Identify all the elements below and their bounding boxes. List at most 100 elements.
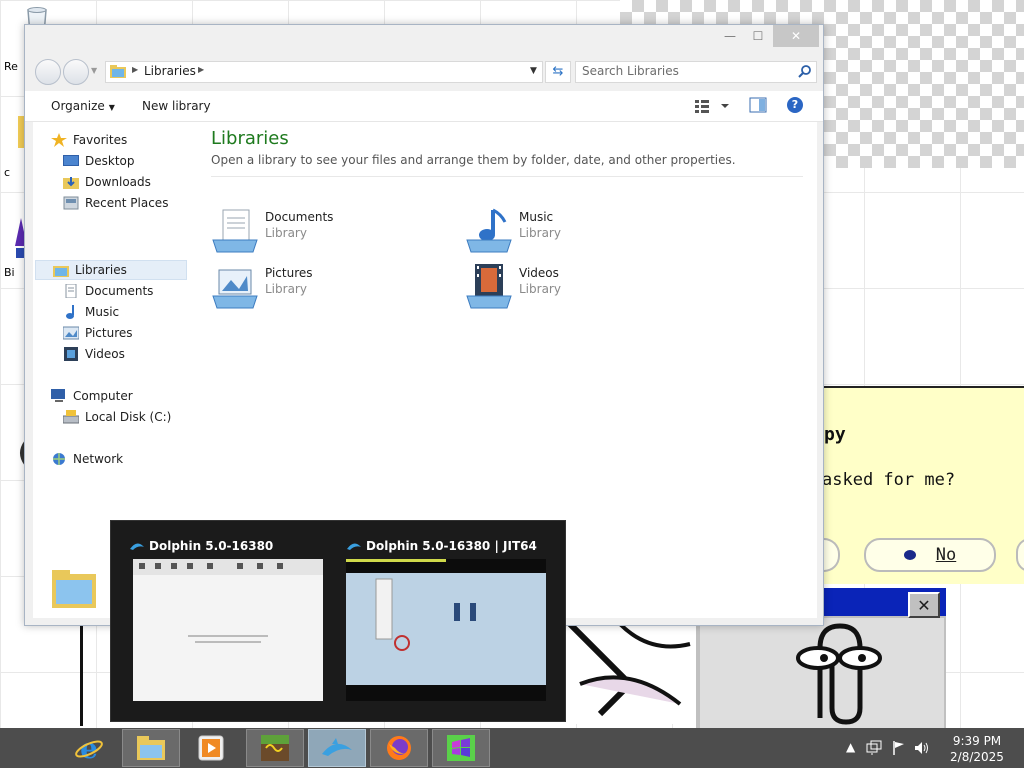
network-icon: [53, 453, 65, 465]
taskbar-internet-explorer[interactable]: e: [60, 729, 118, 767]
no-button-label: No: [935, 545, 957, 565]
clock-date: 2/8/2025: [950, 750, 1004, 764]
libraries-icon: [53, 266, 69, 277]
nav-label: Music: [85, 305, 120, 319]
chevron-down-icon: ▼: [108, 103, 115, 112]
thumbnail-title: Dolphin 5.0-16380: [149, 539, 274, 553]
breadcrumb-libraries[interactable]: Libraries: [144, 64, 196, 78]
search-input[interactable]: [582, 64, 782, 78]
nav-label: Recent Places: [85, 196, 169, 210]
divider: [211, 176, 803, 177]
action-center-flag-icon[interactable]: [892, 740, 906, 756]
thumbnail-title: Dolphin 5.0-16380 | JIT64 DC | O...: [366, 539, 542, 553]
breadcrumb-separator-icon[interactable]: ▶: [198, 65, 204, 74]
nav-label: Favorites: [73, 133, 128, 147]
music-library-icon: [466, 208, 512, 253]
taskbar-windows-app[interactable]: [432, 729, 490, 767]
downloads-icon: [63, 177, 79, 189]
taskbar-minecraft[interactable]: [246, 729, 304, 767]
library-pictures[interactable]: Pictures Library: [211, 262, 451, 312]
nav-label: Local Disk (C:): [85, 410, 172, 424]
libraries-folder-icon: [110, 65, 126, 78]
preview-pane-icon[interactable]: [749, 97, 767, 113]
nav-label: Network: [73, 452, 124, 466]
library-name: Videos: [519, 266, 559, 280]
help-icon[interactable]: ?: [787, 97, 803, 113]
navigation-bar: ▼ ▶ Libraries ▶ ▼ ⇆: [25, 55, 823, 89]
game-window-preview: [346, 559, 546, 701]
organize-menu[interactable]: Organize ▼: [51, 99, 115, 113]
videos-library-icon: [466, 264, 512, 309]
library-videos[interactable]: Videos Library: [465, 262, 705, 312]
thumbnail-dolphin-main[interactable]: Dolphin 5.0-16380: [111, 521, 329, 721]
search-box[interactable]: [575, 61, 817, 83]
computer-icon: [51, 389, 65, 402]
maximize-button[interactable]: ☐: [745, 25, 771, 47]
command-bar: Organize ▼ New library ?: [25, 91, 823, 122]
address-history-chevron-icon[interactable]: ▼: [530, 66, 537, 76]
pictures-library-icon: [212, 269, 258, 309]
nav-favorites[interactable]: Favorites: [51, 130, 127, 150]
nav-downloads[interactable]: Downloads: [63, 172, 151, 192]
refresh-icon[interactable]: ⇆: [545, 61, 571, 83]
firefox-icon: [387, 736, 411, 760]
document-icon: [65, 284, 77, 298]
forward-button[interactable]: [63, 59, 89, 85]
file-explorer-icon: [137, 736, 165, 760]
taskbar-media-player[interactable]: [182, 729, 240, 767]
taskbar-dolphin[interactable]: [308, 729, 366, 767]
nav-local-disk[interactable]: Local Disk (C:): [63, 407, 171, 427]
libraries-large-folder-icon: [52, 570, 96, 608]
window-titlebar[interactable]: — ☐ ✕: [25, 25, 823, 55]
address-bar[interactable]: ▶ Libraries ▶ ▼: [105, 61, 543, 83]
search-icon[interactable]: [798, 64, 812, 78]
taskbar-thumbnail-preview: Dolphin 5.0-16380 Dolphin 5.0-16380 | JI…: [110, 520, 566, 722]
dolphin-icon: [347, 543, 361, 550]
nav-network[interactable]: Network: [51, 449, 123, 469]
organize-label: Organize: [51, 99, 105, 113]
nav-label: Documents: [85, 284, 154, 298]
taskbar-file-explorer[interactable]: [122, 729, 180, 767]
network-tray-icon[interactable]: [866, 740, 882, 756]
nav-desktop[interactable]: Desktop: [63, 151, 135, 171]
nav-documents[interactable]: Documents: [63, 281, 153, 301]
dialog-question-fragment: asked for me?: [822, 470, 956, 490]
library-music[interactable]: Music Library: [465, 206, 705, 256]
library-name: Music: [519, 210, 554, 224]
nav-recent-places[interactable]: Recent Places: [63, 193, 168, 213]
nav-music[interactable]: Music: [63, 302, 119, 322]
star-icon: [51, 133, 67, 147]
paperclip-assistant-icon[interactable]: [700, 618, 944, 728]
dialog-heading-fragment: py: [824, 424, 846, 445]
nav-label: Desktop: [85, 154, 135, 168]
library-documents[interactable]: Documents Library: [211, 206, 451, 256]
nav-libraries[interactable]: Libraries: [35, 260, 187, 280]
clippy-close-button[interactable]: ✕: [908, 592, 940, 618]
page-title: Libraries: [211, 128, 289, 149]
nav-computer[interactable]: Computer: [51, 386, 133, 406]
show-hidden-icons-chevron-icon[interactable]: ▲: [846, 740, 855, 754]
breadcrumb-separator-icon[interactable]: ▶: [132, 65, 138, 74]
nav-pictures[interactable]: Pictures: [63, 323, 133, 343]
nav-label: Downloads: [85, 175, 151, 189]
internet-explorer-icon: e: [75, 733, 103, 763]
taskbar-firefox[interactable]: [370, 729, 428, 767]
back-button[interactable]: [35, 59, 61, 85]
no-button[interactable]: No: [864, 538, 996, 572]
dolphin-window-preview: [133, 559, 323, 701]
thumbnail-dolphin-game[interactable]: Dolphin 5.0-16380 | JIT64 DC | O...: [328, 521, 546, 721]
system-clock[interactable]: 9:39 PM 2/8/2025: [946, 733, 1008, 765]
dolphin-icon: [322, 738, 352, 756]
minecraft-icon: [261, 735, 289, 761]
recent-places-icon: [63, 196, 79, 210]
recent-locations-chevron-icon[interactable]: ▼: [91, 66, 97, 75]
change-view-icon[interactable]: [695, 97, 735, 115]
minimize-button[interactable]: —: [717, 25, 743, 47]
library-kind: Library: [265, 226, 307, 240]
volume-icon[interactable]: [914, 740, 930, 756]
new-library-button[interactable]: New library: [142, 99, 211, 113]
nav-label: Computer: [73, 389, 133, 403]
documents-library-icon: [212, 209, 258, 253]
close-button[interactable]: ✕: [773, 25, 819, 47]
nav-videos[interactable]: Videos: [63, 344, 125, 364]
